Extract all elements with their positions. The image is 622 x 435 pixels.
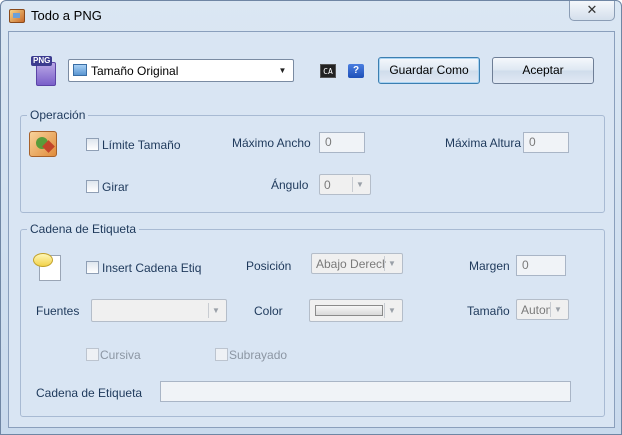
operation-group: Operación Límite Tamaño Máximo Ancho 0 M… bbox=[20, 108, 605, 213]
tag-chain-field[interactable] bbox=[160, 381, 571, 402]
text-tag-icon bbox=[33, 251, 63, 281]
app-icon bbox=[9, 9, 25, 23]
insert-tag-checkbox[interactable] bbox=[86, 261, 99, 274]
size-select[interactable]: Tamaño Original ▼ bbox=[68, 59, 294, 82]
dialog-window: Todo a PNG ✕ PNG Tamaño Original ▼ CA ? … bbox=[0, 0, 622, 435]
help-icon[interactable]: ? bbox=[348, 64, 364, 78]
close-button[interactable]: ✕ bbox=[569, 1, 615, 21]
ca-icon[interactable]: CA bbox=[320, 64, 336, 78]
operation-icon bbox=[29, 131, 57, 157]
chevron-down-icon: ▼ bbox=[384, 303, 399, 318]
position-label: Posición bbox=[246, 259, 292, 273]
fonts-select[interactable]: ▼ bbox=[91, 299, 227, 322]
max-width-label: Máximo Ancho bbox=[232, 136, 311, 150]
dialog-body: PNG Tamaño Original ▼ CA ? Guardar Como … bbox=[8, 31, 615, 428]
size-select-value: Tamaño Original bbox=[91, 64, 179, 78]
position-select-value: Abajo Derecha bbox=[316, 257, 386, 271]
tag-chain-group-title: Cadena de Etiqueta bbox=[27, 222, 140, 236]
position-select[interactable]: Abajo Derecha ▼ bbox=[311, 253, 403, 274]
margin-field[interactable]: 0 bbox=[516, 255, 566, 276]
limit-size-checkbox[interactable] bbox=[86, 138, 99, 151]
chevron-down-icon: ▼ bbox=[352, 177, 367, 192]
chevron-down-icon: ▼ bbox=[208, 303, 223, 318]
chevron-down-icon: ▼ bbox=[384, 256, 399, 271]
max-height-field[interactable]: 0 bbox=[523, 132, 569, 153]
margin-label: Margen bbox=[469, 259, 510, 273]
max-height-label: Máxima Altura bbox=[445, 136, 522, 150]
color-swatch bbox=[315, 305, 383, 316]
color-label: Color bbox=[254, 304, 283, 318]
operation-group-title: Operación bbox=[27, 108, 89, 122]
insert-tag-label: Insert Cadena Etiq bbox=[102, 261, 202, 275]
angle-select[interactable]: 0 ▼ bbox=[319, 174, 371, 195]
png-format-icon: PNG bbox=[31, 56, 59, 86]
tag-chain-group: Cadena de Etiqueta Insert Cadena Etiq Po… bbox=[20, 222, 605, 417]
tag-chain-label: Cadena de Etiqueta bbox=[36, 386, 143, 400]
color-select[interactable]: ▼ bbox=[309, 299, 403, 322]
angle-label: Ángulo bbox=[271, 178, 309, 192]
limit-size-label: Límite Tamaño bbox=[102, 138, 181, 152]
rotate-checkbox[interactable] bbox=[86, 180, 99, 193]
title-bar: Todo a PNG ✕ bbox=[1, 1, 621, 30]
font-size-select[interactable]: Automático ▼ bbox=[516, 299, 569, 320]
max-width-field[interactable]: 0 bbox=[319, 132, 365, 153]
italic-label: Cursiva bbox=[100, 348, 141, 362]
font-size-select-value: Automático bbox=[521, 303, 551, 317]
rotate-label: Girar bbox=[102, 180, 129, 194]
underline-label: Subrayado bbox=[229, 348, 288, 362]
window-title: Todo a PNG bbox=[31, 8, 102, 23]
underline-checkbox[interactable] bbox=[215, 348, 228, 361]
italic-checkbox[interactable] bbox=[86, 348, 99, 361]
accept-button[interactable]: Aceptar bbox=[492, 57, 594, 84]
angle-select-value: 0 bbox=[324, 178, 331, 192]
size-label: Tamaño bbox=[467, 304, 510, 318]
chevron-down-icon: ▼ bbox=[550, 302, 565, 317]
chevron-down-icon: ▼ bbox=[278, 66, 287, 75]
save-as-button[interactable]: Guardar Como bbox=[378, 57, 480, 84]
image-icon bbox=[73, 64, 87, 76]
fonts-label: Fuentes bbox=[36, 304, 80, 318]
